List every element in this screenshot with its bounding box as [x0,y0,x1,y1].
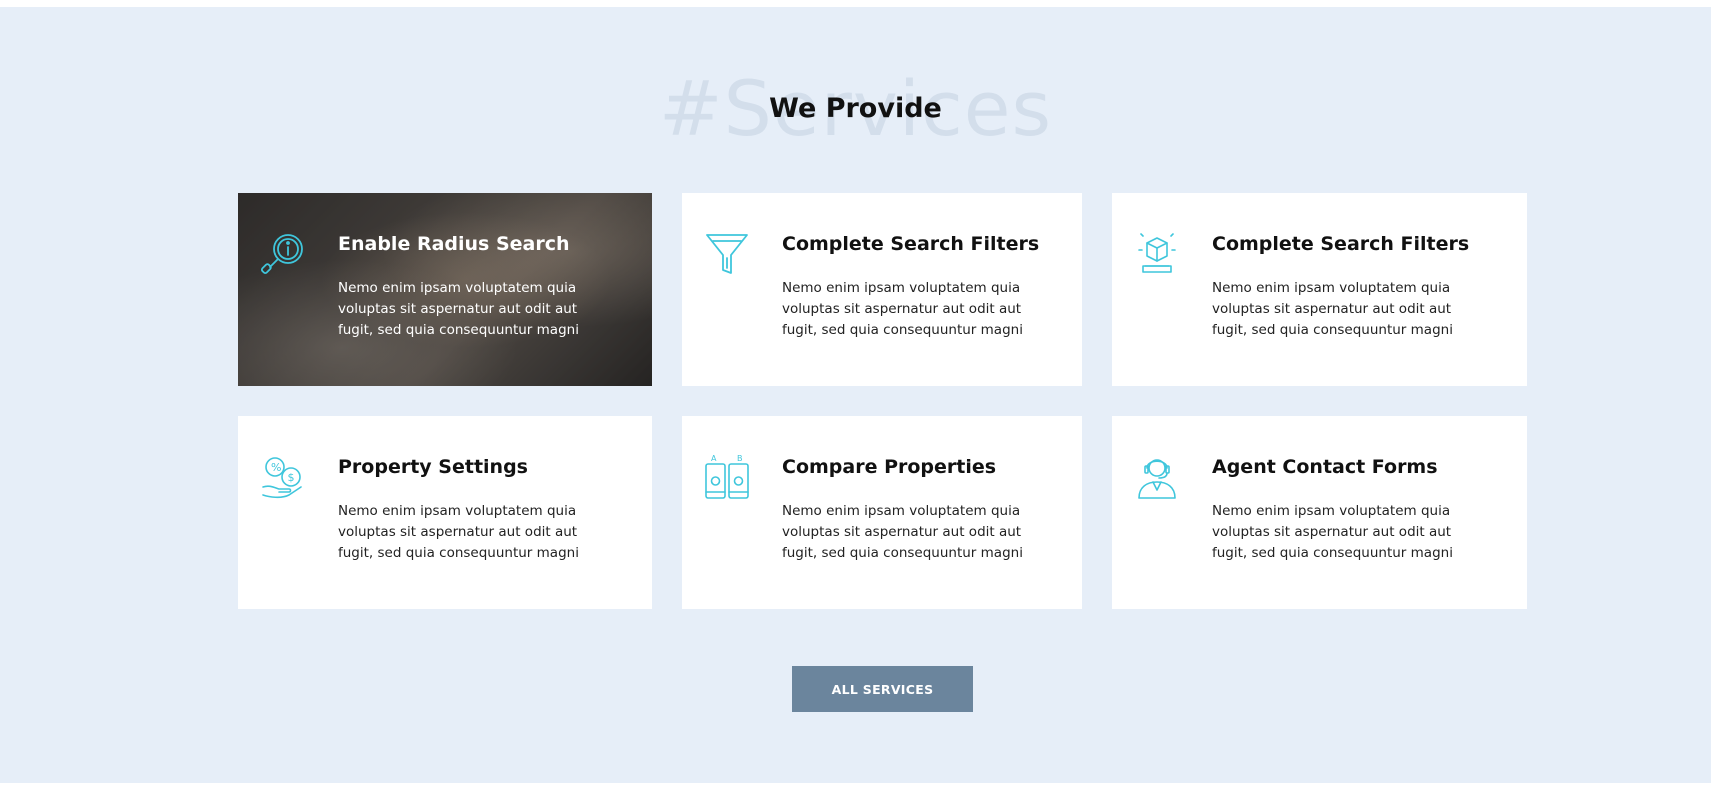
section-heading: We Provide [769,93,942,124]
card-title: Enable Radius Search [338,233,570,255]
service-card-compare-properties[interactable]: A B Compare Properties Nemo enim ipsam v… [682,416,1082,609]
card-description: Nemo enim ipsam voluptatem quia voluptas… [338,280,579,338]
card-description: Nemo enim ipsam voluptatem quia voluptas… [1212,503,1453,561]
card-title: Compare Properties [782,456,997,478]
svg-text:B: B [737,454,743,463]
box-sparkle-icon [1133,230,1181,278]
card-title: Agent Contact Forms [1212,456,1438,478]
card-description: Nemo enim ipsam voluptatem quia voluptas… [782,280,1023,338]
all-services-button[interactable]: ALL SERVICES [792,666,973,712]
funnel-icon [703,230,751,278]
service-card-property-settings[interactable]: % $ Property Settings Nemo enim ipsam vo… [238,416,652,609]
compare-ab-icon: A B [703,453,751,501]
card-title: Property Settings [338,456,528,478]
agent-headset-icon [1133,453,1181,501]
page-bottom-strip [0,783,1711,790]
service-card-search-filters-2[interactable]: Complete Search Filters Nemo enim ipsam … [1112,193,1527,386]
card-title: Complete Search Filters [1212,233,1470,255]
service-card-search-filters[interactable]: Complete Search Filters Nemo enim ipsam … [682,193,1082,386]
card-description: Nemo enim ipsam voluptatem quia voluptas… [782,503,1023,561]
svg-text:A: A [711,454,717,463]
card-description: Nemo enim ipsam voluptatem quia voluptas… [1212,280,1453,338]
service-card-radius-search[interactable]: Enable Radius Search Nemo enim ipsam vol… [238,193,652,386]
service-card-agent-contact[interactable]: Agent Contact Forms Nemo enim ipsam volu… [1112,416,1527,609]
card-description: Nemo enim ipsam voluptatem quia voluptas… [338,503,579,561]
services-section: #Services We Provide Enable Radius Searc… [0,7,1711,783]
svg-text:$: $ [288,471,295,484]
svg-text:%: % [271,461,281,474]
magnifier-info-icon [259,230,307,278]
card-title: Complete Search Filters [782,233,1040,255]
money-hand-icon: % $ [259,453,307,501]
